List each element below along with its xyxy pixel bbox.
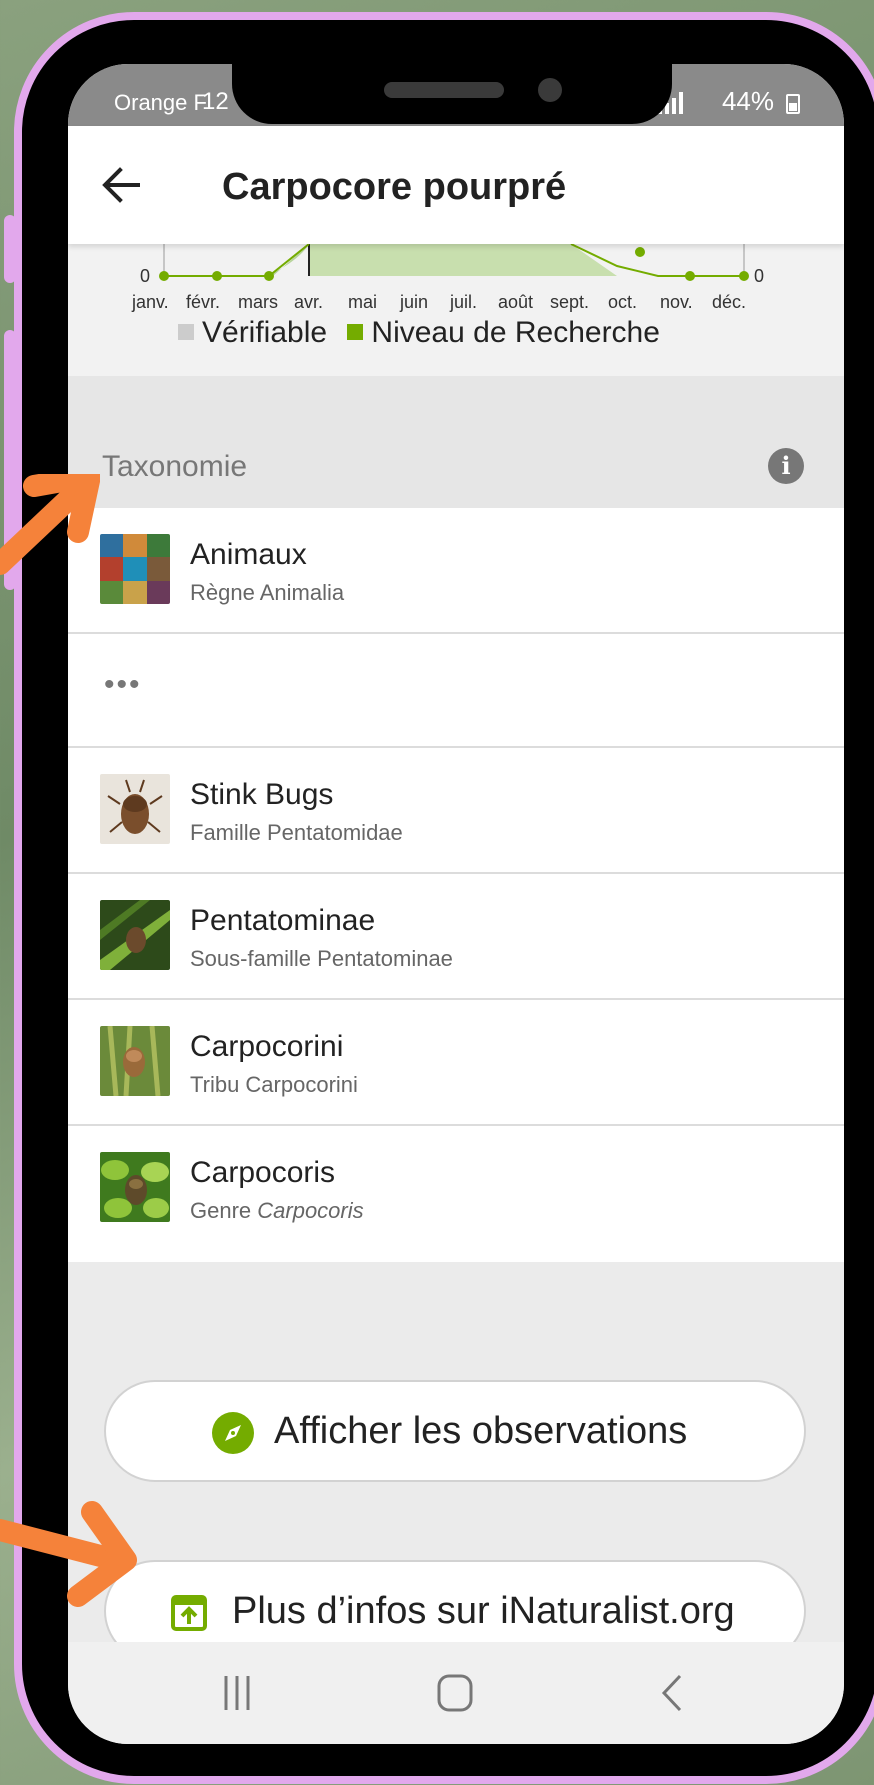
taxon-rank: Genre Carpocoris — [190, 1198, 364, 1223]
taxon-photo-carpocorini — [100, 1026, 170, 1096]
month-label: nov. — [660, 292, 693, 312]
compass-icon — [212, 1412, 254, 1454]
legend-swatch-verifiable — [178, 324, 194, 341]
seasonality-chart: 0 0 janv. févr. mars avr. mai juin juil.… — [68, 244, 844, 376]
taxon-name: Carpocorini — [190, 1030, 344, 1063]
research-grade-line — [164, 244, 310, 277]
taxon-photo-animals — [100, 534, 170, 604]
section-spacer — [68, 376, 844, 420]
button-label: Plus d’infos sur iNaturalist.org — [232, 1590, 735, 1632]
actions-area: Afficher les observations Plus d’infos s… — [68, 1262, 844, 1662]
month-label: juil. — [450, 292, 478, 312]
legend-label: Vérifiable — [202, 316, 328, 349]
battery-percent: 44% — [721, 86, 774, 116]
month-label: août — [498, 292, 534, 312]
month-label: mai — [348, 292, 378, 312]
taxon-photo-carpocoris — [100, 1152, 170, 1222]
page-title: Carpocore pourpré — [222, 166, 567, 208]
y-axis-zero-right: 0 — [754, 266, 764, 286]
section-title: Taxonomie — [102, 450, 248, 483]
taxonomy-expand-row[interactable]: ••• — [68, 634, 844, 748]
more-icon: ••• — [104, 668, 142, 701]
taxon-rank: Famille Pentatomidae — [190, 820, 403, 845]
status-time: 12 — [202, 88, 229, 115]
month-label: oct. — [608, 292, 638, 312]
taxon-name: Stink Bugs — [190, 778, 334, 811]
button-label: Afficher les observations — [274, 1410, 688, 1452]
view-observations-button[interactable]: Afficher les observations — [104, 1380, 806, 1482]
taxon-name: Carpocoris — [190, 1156, 336, 1189]
research-grade-area — [309, 244, 571, 276]
taxon-rank: Tribu Carpocorini — [190, 1072, 358, 1097]
system-nav-bar — [68, 1642, 844, 1744]
home-icon[interactable] — [430, 1670, 480, 1716]
month-label: févr. — [186, 292, 221, 312]
month-label: avr. — [294, 292, 324, 312]
back-icon[interactable] — [648, 1670, 698, 1716]
back-arrow-icon[interactable] — [98, 162, 144, 208]
carrier-name: Orange F — [114, 90, 207, 115]
phone-screen: Orange F 12 44% Carpocore pourpré 0 0 ja… — [68, 64, 844, 1744]
month-label: déc. — [712, 292, 747, 312]
info-icon[interactable]: i — [768, 448, 804, 484]
month-label: janv. — [132, 292, 169, 312]
taxon-name: Animaux — [190, 538, 307, 571]
annotation-arrow-icon — [0, 1501, 137, 1607]
month-label: juin — [400, 292, 429, 312]
month-label: mars — [238, 292, 278, 312]
status-bar: Orange F 12 44% — [68, 64, 844, 126]
legend-label: Niveau de Recherche — [371, 316, 660, 349]
taxon-photo-stink-bug — [100, 774, 170, 844]
taxon-rank: Sous-famille Pentatominae — [190, 946, 453, 971]
speaker-icon — [384, 82, 504, 98]
taxon-row-pentatomidae[interactable]: Stink Bugs Famille Pentatomidae — [68, 748, 844, 874]
taxon-name: Pentatominae — [190, 904, 376, 937]
taxonomy-list: Animaux Règne Animalia ••• Stink Bugs Fa… — [68, 508, 844, 1250]
legend-swatch-research — [347, 324, 364, 341]
app-header: Carpocore pourpré — [68, 126, 844, 244]
recent-apps-icon[interactable] — [212, 1670, 262, 1716]
taxon-row-carpocoris[interactable]: Carpocoris Genre Carpocoris — [68, 1126, 844, 1250]
camera-notch — [232, 64, 672, 124]
battery-icon — [786, 94, 800, 114]
taxonomy-header: Taxonomie i — [68, 420, 844, 508]
taxon-rank: Règne Animalia — [190, 580, 345, 605]
taxon-row-carpocorini[interactable]: Carpocorini Tribu Carpocorini — [68, 1000, 844, 1126]
taxon-row-pentatominae[interactable]: Pentatominae Sous-famille Pentatominae — [68, 874, 844, 1000]
front-camera-icon — [538, 78, 562, 102]
chart-legend: Vérifiable Niveau de Recherche — [178, 316, 660, 350]
open-external-icon — [171, 1595, 207, 1631]
taxon-row-animalia[interactable]: Animaux Règne Animalia — [68, 508, 844, 634]
annotation-arrow-icon — [0, 474, 100, 575]
y-axis-zero-left: 0 — [140, 266, 150, 286]
month-label: sept. — [550, 292, 590, 312]
taxon-photo-pentatominae — [100, 900, 170, 970]
